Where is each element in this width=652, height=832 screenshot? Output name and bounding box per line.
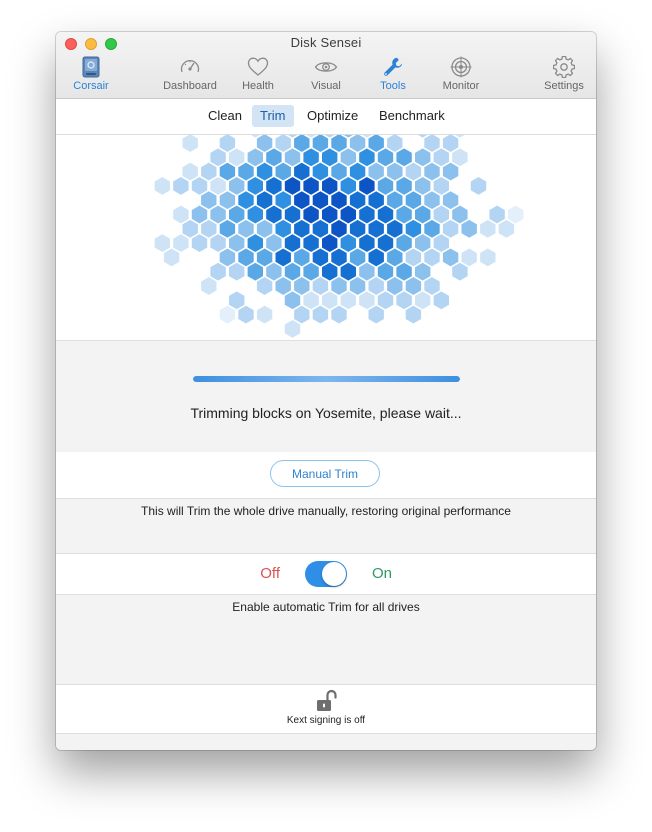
manual-trim-button[interactable]: Manual Trim (270, 460, 380, 487)
toolbar-item-corsair[interactable]: Corsair (56, 54, 126, 96)
titlebar: Disk Sensei Corsair Dashboard Health Vis… (56, 32, 596, 99)
hexagon-cell (218, 304, 237, 325)
hexagon-cell (283, 318, 302, 340)
hexagon-cell (367, 304, 386, 325)
wrench-icon (384, 57, 403, 76)
hexagon-cell (171, 175, 190, 197)
hexagon-cell (497, 218, 516, 240)
segmented-control: Clean Trim Optimize Benchmark (56, 99, 596, 135)
hexagon-cell (190, 232, 209, 254)
toolbar-label-dashboard: Dashboard (163, 80, 217, 92)
toolbar-item-monitor[interactable]: Monitor (426, 54, 496, 96)
segment-optimize[interactable]: Optimize (299, 105, 366, 127)
toolbar-item-visual[interactable]: Visual (291, 54, 361, 96)
manual-trim-row: Manual Trim (56, 452, 596, 499)
hexagon-cell (153, 175, 172, 197)
hexagon-visualization (56, 135, 596, 340)
progress-bar (193, 376, 460, 382)
hexagon-cell (237, 304, 255, 325)
hexagon-cell (451, 261, 469, 282)
progress-bar-fill (193, 376, 460, 382)
hexagon-cell (460, 218, 479, 240)
segment-benchmark[interactable]: Benchmark (371, 105, 453, 127)
toolbar-item-tools[interactable]: Tools (358, 54, 428, 96)
toolbar-label-visual: Visual (311, 80, 341, 92)
speedometer-icon (180, 59, 200, 73)
hexagon-cell (469, 175, 488, 197)
heart-icon (247, 57, 269, 76)
toolbar-label-monitor: Monitor (442, 80, 480, 92)
hexagon-cell (255, 275, 274, 297)
toolbar-label-tools: Tools (380, 80, 406, 92)
drive-icon (82, 56, 100, 78)
toolbar-item-settings[interactable]: Settings (529, 54, 596, 96)
kext-status-footer: Kext signing is off (56, 685, 596, 734)
toggle-on-label[interactable]: On (372, 565, 392, 582)
hexagon-grid (153, 135, 525, 340)
toggle-off-label[interactable]: Off (250, 565, 280, 582)
segment-trim[interactable]: Trim (252, 105, 294, 127)
unlocked-padlock-icon[interactable] (315, 689, 337, 713)
toolbar-label-corsair: Corsair (73, 80, 109, 92)
toolbar-label-health: Health (242, 80, 274, 92)
toolbar-item-dashboard[interactable]: Dashboard (155, 54, 225, 96)
hexagon-cell (404, 304, 423, 325)
auto-trim-switch[interactable] (305, 561, 347, 587)
hexagon-cell (311, 304, 330, 325)
manual-trim-section: This will Trim the whole drive manually,… (56, 499, 596, 554)
hexagon-cell (432, 290, 451, 311)
hexagon-cell (227, 261, 246, 282)
auto-trim-description: Enable automatic Trim for all drives (232, 600, 420, 614)
trim-status-text: Trimming blocks on Yosemite, please wait… (190, 405, 462, 421)
app-window: Disk Sensei Corsair Dashboard Health Vis… (56, 32, 596, 750)
trim-progress-section: Trimming blocks on Yosemite, please wait… (56, 340, 596, 454)
window-title: Disk Sensei (290, 35, 362, 50)
toolbar-label-settings: Settings (544, 80, 584, 92)
hexagon-cell (478, 218, 497, 240)
hexagon-cell (162, 247, 181, 268)
hexagon-cell (181, 135, 200, 154)
gear-icon (553, 56, 575, 78)
target-icon (450, 56, 472, 78)
hexagon-cell (255, 304, 274, 325)
auto-trim-section: Enable automatic Trim for all drives (56, 595, 596, 685)
kext-signing-status: Kext signing is off (286, 715, 366, 726)
eye-icon (314, 62, 338, 72)
hexagon-cell (199, 275, 218, 297)
hexagon-cell (330, 304, 348, 325)
window-bottom-bar (56, 734, 596, 750)
auto-trim-toggle-row: Off On (56, 554, 596, 595)
toolbar-item-health[interactable]: Health (223, 54, 293, 96)
segment-clean[interactable]: Clean (200, 105, 250, 127)
manual-trim-description: This will Trim the whole drive manually,… (141, 504, 511, 518)
switch-knob[interactable] (322, 562, 346, 586)
hexagon-cell (478, 247, 497, 268)
